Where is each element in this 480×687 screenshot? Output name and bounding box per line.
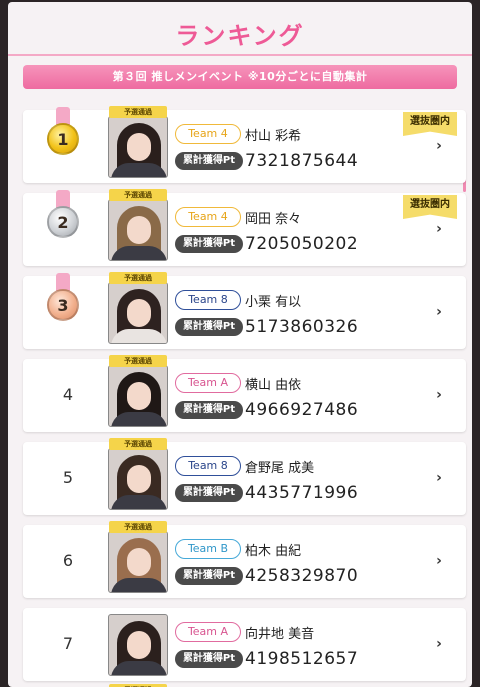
points-label: 累計獲得Pt xyxy=(175,235,243,253)
senbatsu-badge: 選抜圏内 xyxy=(403,195,457,219)
chevron-right-icon[interactable]: › xyxy=(431,221,447,237)
ranking-row[interactable]: 2 予選通過 Team 4 岡田 奈々 累計獲得Pt 7205050202 選抜… xyxy=(23,189,466,266)
member-name: 岡田 奈々 xyxy=(245,212,302,227)
member-name: 小栗 有以 xyxy=(245,295,302,310)
member-photo xyxy=(108,614,168,676)
qualified-badge: 予選通過 xyxy=(109,189,167,201)
points-value: 4435771996 xyxy=(245,483,359,503)
silver-medal-icon: 2 xyxy=(47,190,79,248)
member-photo xyxy=(108,448,168,510)
points-label: 累計獲得Pt xyxy=(175,484,243,502)
points-value: 4258329870 xyxy=(245,566,359,586)
team-badge: Team 4 xyxy=(175,207,241,227)
team-badge: Team 4 xyxy=(175,124,241,144)
ranking-row[interactable]: 5 予選通過 Team 8 倉野尾 成美 累計獲得Pt 4435771996 › xyxy=(23,438,466,515)
points-value: 7205050202 xyxy=(245,234,359,254)
rank-number: 1 xyxy=(47,123,79,155)
qualified-badge: 予選通過 xyxy=(109,521,167,533)
ranking-row[interactable]: 7 Team A 向井地 美音 累計獲得Pt 4198512657 › xyxy=(23,608,466,681)
team-badge: Team A xyxy=(175,622,241,642)
ranking-row[interactable]: 3 予選通過 Team 8 小栗 有以 累計獲得Pt 5173860326 › xyxy=(23,272,466,349)
member-name: 村山 彩希 xyxy=(245,129,302,144)
rank-number: 3 xyxy=(47,289,79,321)
title-divider xyxy=(8,54,472,56)
points-label: 累計獲得Pt xyxy=(175,401,243,419)
team-badge: Team B xyxy=(175,539,241,559)
senbatsu-badge: 選抜圏内 xyxy=(403,112,457,136)
chevron-right-icon[interactable]: › xyxy=(431,636,447,652)
member-name: 倉野尾 成美 xyxy=(245,461,315,476)
chevron-right-icon[interactable]: › xyxy=(431,470,447,486)
member-name: 柏木 由紀 xyxy=(245,544,302,559)
event-banner: 第３回 推しメンイベント ※10分ごとに自動集計 xyxy=(23,65,457,89)
chevron-right-icon[interactable]: › xyxy=(431,387,447,403)
rank-number: 7 xyxy=(62,634,74,653)
chevron-right-icon[interactable]: › xyxy=(431,553,447,569)
points-value: 7321875644 xyxy=(245,151,359,171)
qualified-badge: 予選通過 xyxy=(109,272,167,284)
ranking-row[interactable]: 4 予選通過 Team A 横山 由依 累計獲得Pt 4966927486 › xyxy=(23,355,466,432)
member-photo xyxy=(108,365,168,427)
member-photo xyxy=(108,531,168,593)
rank-number: 5 xyxy=(62,468,74,487)
points-label: 累計獲得Pt xyxy=(175,318,243,336)
qualified-badge: 予選通過 xyxy=(109,438,167,450)
points-value: 4198512657 xyxy=(245,649,359,669)
points-label: 累計獲得Pt xyxy=(175,567,243,585)
member-name: 横山 由依 xyxy=(245,378,302,393)
team-badge: Team 8 xyxy=(175,290,241,310)
ranking-panel: ランキング 第３回 推しメンイベント ※10分ごとに自動集計 1 予選通過 Te… xyxy=(8,2,472,687)
page-title: ランキング xyxy=(175,22,305,50)
rank-number: 4 xyxy=(62,385,74,404)
points-value: 4966927486 xyxy=(245,400,359,420)
chevron-right-icon[interactable]: › xyxy=(431,304,447,320)
qualified-badge: 予選通過 xyxy=(109,106,167,118)
ranking-row[interactable]: 6 予選通過 Team B 柏木 由紀 累計獲得Pt 4258329870 › xyxy=(23,521,466,598)
qualified-badge: 予選通過 xyxy=(109,355,167,367)
team-badge: Team A xyxy=(175,373,241,393)
points-value: 5173860326 xyxy=(245,317,359,337)
team-badge: Team 8 xyxy=(175,456,241,476)
bronze-medal-icon: 3 xyxy=(47,273,79,331)
chevron-right-icon[interactable]: › xyxy=(431,138,447,154)
points-label: 累計獲得Pt xyxy=(175,152,243,170)
member-photo xyxy=(108,199,168,261)
rank-number: 6 xyxy=(62,551,74,570)
member-photo xyxy=(108,282,168,344)
member-name: 向井地 美音 xyxy=(245,627,315,642)
ranking-row[interactable]: 1 予選通過 Team 4 村山 彩希 累計獲得Pt 7321875644 選抜… xyxy=(23,106,466,183)
rank-number: 2 xyxy=(47,206,79,238)
points-label: 累計獲得Pt xyxy=(175,650,243,668)
gold-medal-icon: 1 xyxy=(47,107,79,165)
member-photo xyxy=(108,116,168,178)
